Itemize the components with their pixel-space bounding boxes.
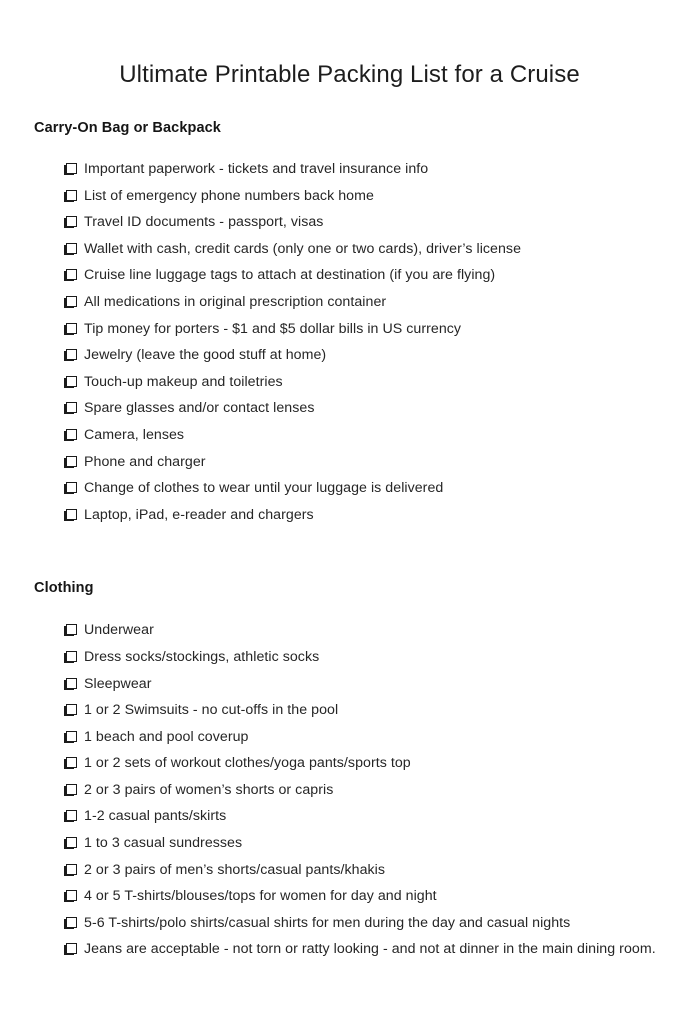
- list-item[interactable]: Dress socks/stockings, athletic socks: [0, 649, 699, 666]
- checkbox-empty-icon[interactable]: [64, 943, 77, 956]
- list-item-label: Important paperwork - tickets and travel…: [84, 161, 429, 177]
- list-item[interactable]: Phone and charger: [0, 454, 699, 471]
- list-item-label: Wallet with cash, credit cards (only one…: [84, 240, 522, 257]
- list-item[interactable]: Touch-up makeup and toiletries: [0, 374, 699, 391]
- checkbox-empty-icon[interactable]: [64, 810, 77, 823]
- list-item[interactable]: Sleepwear: [0, 676, 699, 693]
- list-item-label: 2 or 3 pairs of women’s shorts or capris: [84, 781, 334, 798]
- section-clothing: Clothing Underwear Dress socks/stockings…: [0, 533, 699, 958]
- checkbox-empty-icon[interactable]: [64, 428, 77, 441]
- list-item[interactable]: All medications in original prescription…: [0, 294, 699, 311]
- list-item-label: Touch-up makeup and toiletries: [84, 373, 283, 390]
- list-item-label: 1-2 casual pants/skirts: [84, 808, 227, 825]
- page-title: Ultimate Printable Packing List for a Cr…: [119, 61, 580, 88]
- list-item-label: 4 or 5 T-shirts/blouses/tops for women f…: [84, 888, 437, 905]
- list-item[interactable]: Underwear: [0, 622, 699, 639]
- list-item-label: 1 or 2 sets of workout clothes/yoga pant…: [84, 755, 411, 772]
- section-heading: Clothing: [34, 580, 94, 597]
- checkbox-empty-icon[interactable]: [64, 624, 77, 637]
- list-item[interactable]: Laptop, iPad, e-reader and chargers: [0, 507, 699, 524]
- checkbox-empty-icon[interactable]: [64, 189, 77, 202]
- list-item-label: Cruise line luggage tags to attach at de…: [84, 267, 496, 284]
- checkbox-empty-icon[interactable]: [64, 730, 77, 743]
- list-item-label: 1 or 2 Swimsuits - no cut-offs in the po…: [84, 702, 339, 719]
- list-item[interactable]: 2 or 3 pairs of men’s shorts/casual pant…: [0, 862, 699, 879]
- list-item[interactable]: List of emergency phone numbers back hom…: [0, 188, 699, 205]
- list-item[interactable]: Wallet with cash, credit cards (only one…: [0, 241, 699, 258]
- list-item[interactable]: 5-6 T-shirts/polo shirts/casual shirts f…: [0, 915, 699, 932]
- list-item-label: Tip money for porters - $1 and $5 dollar…: [84, 320, 462, 337]
- checkbox-empty-icon[interactable]: [64, 757, 77, 770]
- list-item-label: Dress socks/stockings, athletic socks: [84, 648, 320, 665]
- list-item[interactable]: Jewelry (leave the good stuff at home): [0, 347, 699, 364]
- checkbox-empty-icon[interactable]: [64, 916, 77, 929]
- list-item-label: 1 beach and pool coverup: [84, 728, 249, 745]
- list-item-label: Underwear: [84, 622, 154, 639]
- list-item-label: Spare glasses and/or contact lenses: [84, 400, 315, 417]
- checkbox-empty-icon[interactable]: [64, 890, 77, 903]
- checkbox-empty-icon[interactable]: [64, 163, 77, 175]
- list-item[interactable]: 1-2 casual pants/skirts: [0, 808, 699, 825]
- checkbox-empty-icon[interactable]: [64, 455, 77, 468]
- section-heading: Carry-On Bag or Backpack: [34, 120, 221, 136]
- checkbox-empty-icon[interactable]: [64, 650, 77, 663]
- list-item-label: Phone and charger: [84, 453, 206, 470]
- list-item[interactable]: Camera, lenses: [0, 427, 699, 444]
- checkbox-empty-icon[interactable]: [64, 375, 77, 388]
- list-item[interactable]: 1 to 3 casual sundresses: [0, 835, 699, 852]
- list-item[interactable]: Spare glasses and/or contact lenses: [0, 400, 699, 417]
- list-item[interactable]: Cruise line luggage tags to attach at de…: [0, 267, 699, 284]
- checkbox-empty-icon[interactable]: [64, 508, 77, 521]
- list-item-label: Camera, lenses: [84, 426, 185, 443]
- checkbox-empty-icon[interactable]: [64, 322, 77, 335]
- list-item-label: Travel ID documents - passport, visas: [84, 214, 324, 231]
- checkbox-empty-icon[interactable]: [64, 863, 77, 876]
- checkbox-empty-icon[interactable]: [64, 216, 77, 229]
- checkbox-empty-icon[interactable]: [64, 242, 77, 255]
- list-item-label: Sleepwear: [84, 675, 152, 692]
- list-item[interactable]: Travel ID documents - passport, visas: [0, 214, 699, 231]
- list-item-label: Jeans are acceptable - not torn or ratty…: [84, 941, 656, 958]
- checkbox-empty-icon[interactable]: [64, 269, 77, 282]
- list-item-label: Jewelry (leave the good stuff at home): [84, 347, 327, 364]
- list-item[interactable]: 1 or 2 Swimsuits - no cut-offs in the po…: [0, 702, 699, 719]
- list-item[interactable]: Important paperwork - tickets and travel…: [0, 161, 699, 178]
- checkbox-empty-icon[interactable]: [64, 837, 77, 850]
- checklist-carry-on: Important paperwork - tickets and travel…: [0, 138, 699, 524]
- printable-packing-list-page: Ultimate Printable Packing List for a Cr…: [0, 0, 699, 1024]
- list-item[interactable]: Tip money for porters - $1 and $5 dollar…: [0, 321, 699, 338]
- section-carry-on-bag-or-backpack: Carry-On Bag or Backpack Important paper…: [0, 90, 699, 524]
- checkbox-empty-icon[interactable]: [64, 349, 77, 362]
- list-item[interactable]: 2 or 3 pairs of women’s shorts or capris: [0, 782, 699, 799]
- checklist-clothing: Underwear Dress socks/stockings, athleti…: [0, 598, 699, 958]
- checkbox-empty-icon[interactable]: [64, 402, 77, 415]
- list-item[interactable]: 1 beach and pool coverup: [0, 729, 699, 746]
- list-item-label: Change of clothes to wear until your lug…: [84, 480, 444, 497]
- list-item-label: All medications in original prescription…: [84, 293, 387, 310]
- checkbox-empty-icon[interactable]: [64, 295, 77, 308]
- list-item[interactable]: Change of clothes to wear until your lug…: [0, 480, 699, 497]
- list-item-label: 2 or 3 pairs of men’s shorts/casual pant…: [84, 861, 386, 878]
- list-item[interactable]: Jeans are acceptable - not torn or ratty…: [0, 941, 699, 958]
- list-item-label: 1 to 3 casual sundresses: [84, 835, 243, 852]
- list-item-label: 5-6 T-shirts/polo shirts/casual shirts f…: [84, 914, 571, 931]
- checkbox-empty-icon[interactable]: [64, 783, 77, 796]
- checkbox-empty-icon[interactable]: [64, 677, 77, 690]
- list-item-label: Laptop, iPad, e-reader and chargers: [84, 506, 314, 523]
- list-item[interactable]: 4 or 5 T-shirts/blouses/tops for women f…: [0, 888, 699, 905]
- list-item-label: List of emergency phone numbers back hom…: [84, 187, 374, 204]
- list-item[interactable]: 1 or 2 sets of workout clothes/yoga pant…: [0, 755, 699, 772]
- checkbox-empty-icon[interactable]: [64, 704, 77, 717]
- checkbox-empty-icon[interactable]: [64, 482, 77, 495]
